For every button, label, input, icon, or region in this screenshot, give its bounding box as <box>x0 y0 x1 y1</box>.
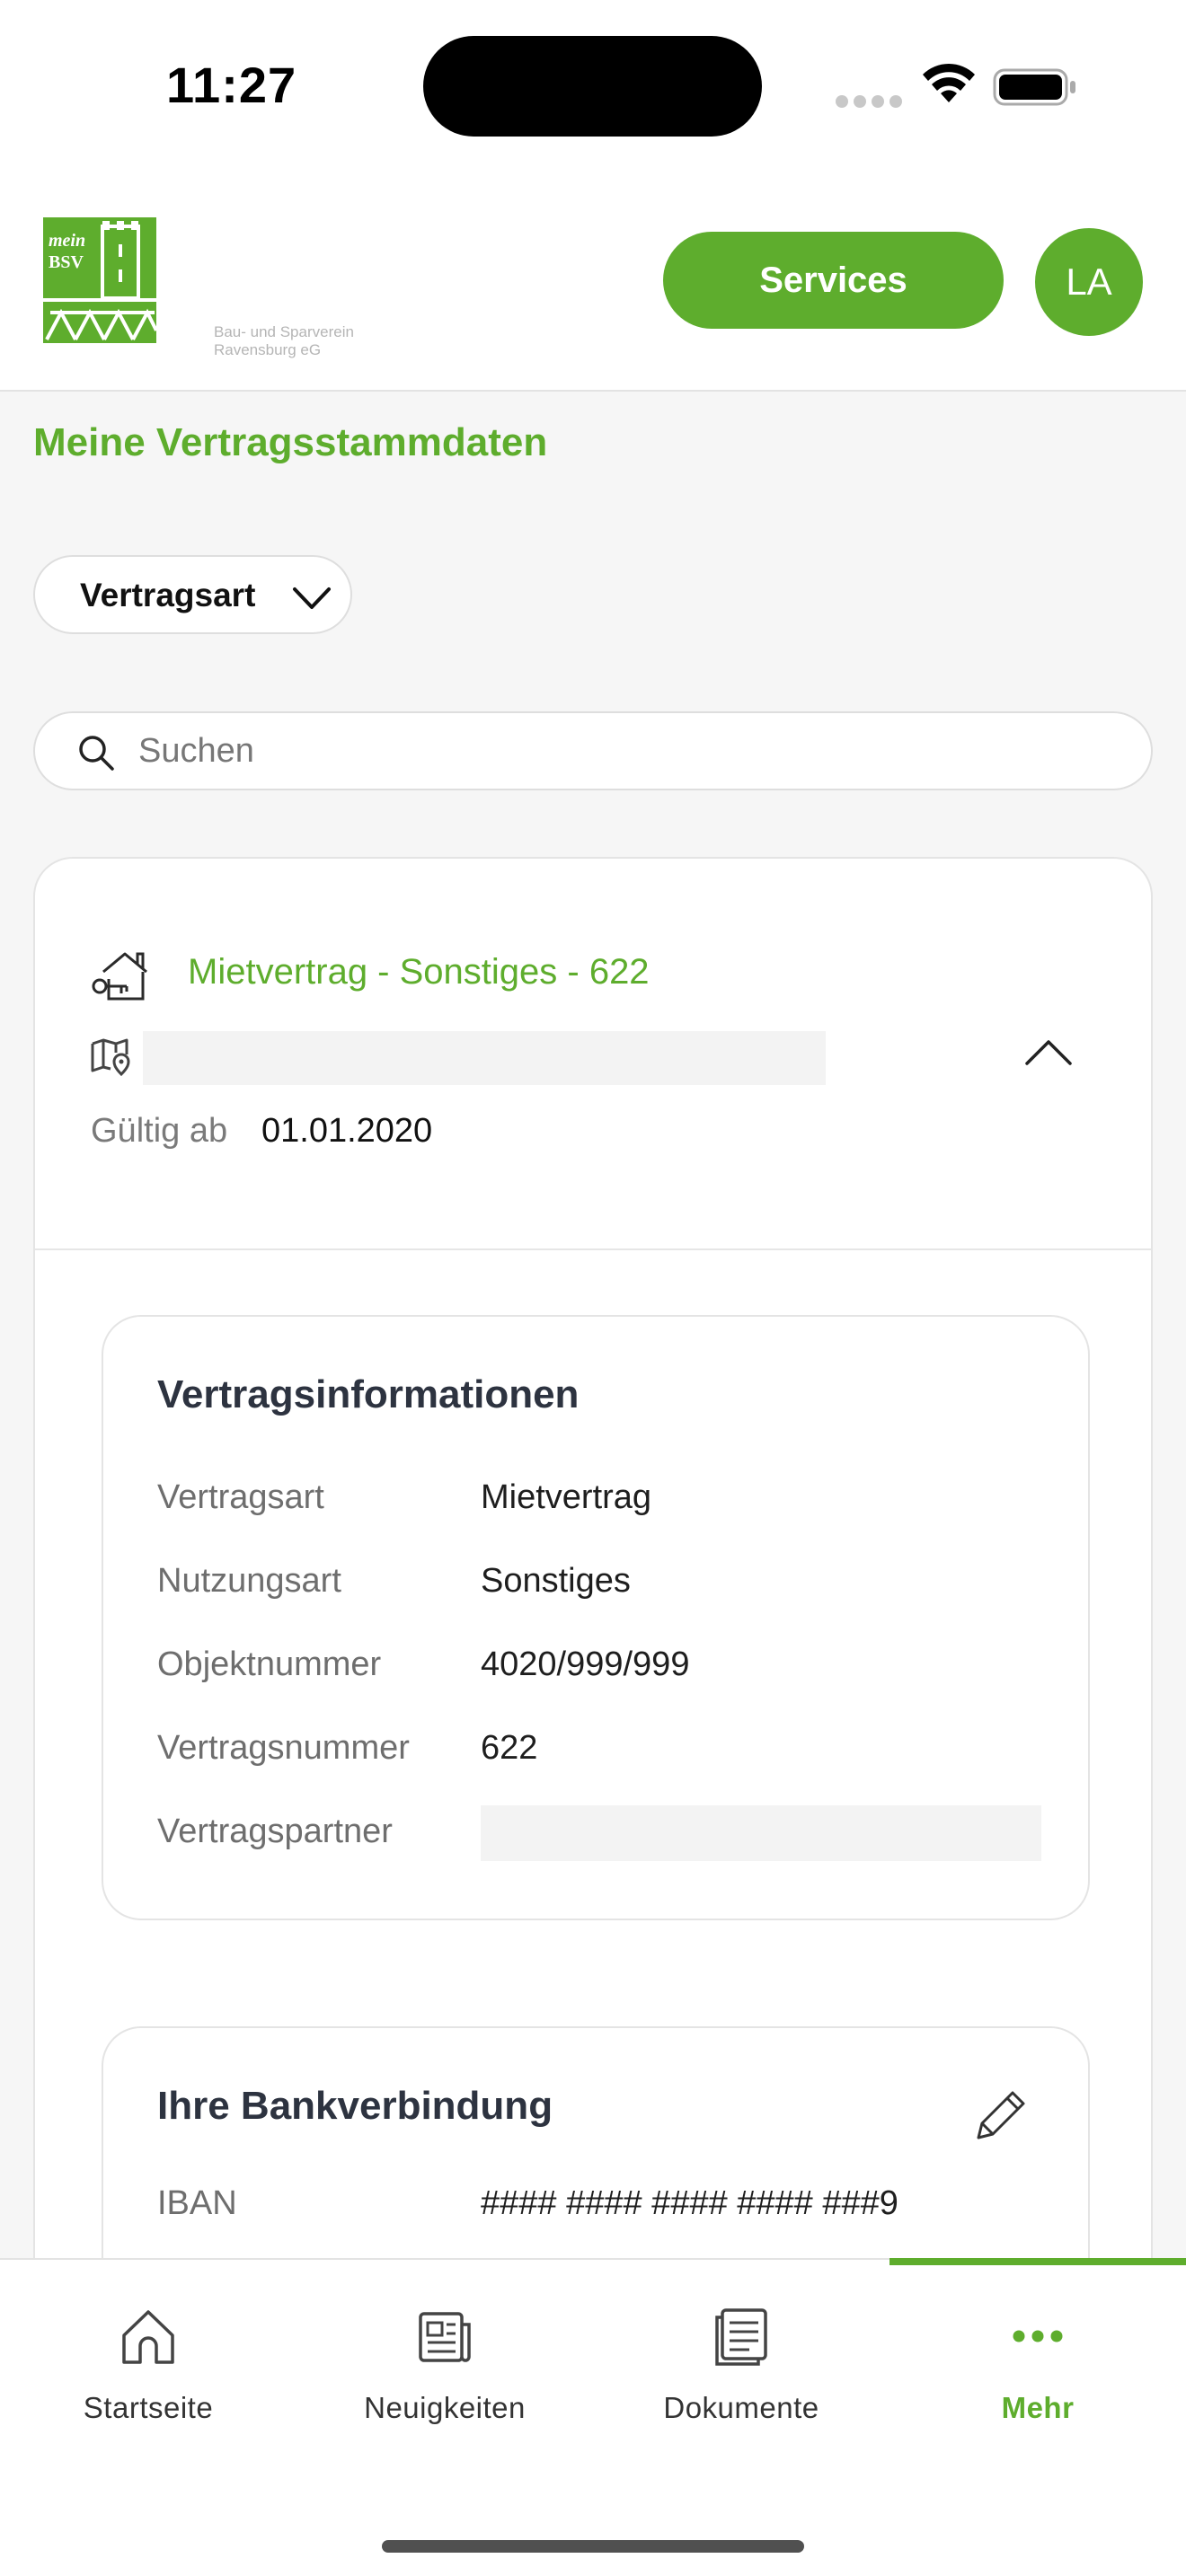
home-indicator[interactable] <box>382 2540 804 2553</box>
chevron-down-icon <box>293 587 331 609</box>
info-row-iban: IBAN #### #### #### #### ###9 <box>157 2184 1056 2229</box>
address-redacted <box>143 1031 826 1085</box>
info-row-contract-number: Vertragsnummer 622 <box>157 1729 1056 1774</box>
active-tab-indicator <box>890 2258 1186 2265</box>
tab-dokumente[interactable]: Dokumente <box>593 2305 890 2457</box>
cellular-signal-icon <box>836 95 903 108</box>
pencil-edit-icon[interactable] <box>973 2086 1031 2143</box>
services-button[interactable]: Services <box>663 232 1004 329</box>
documents-icon <box>715 2308 767 2366</box>
info-row-usage-type: Nutzungsart Sonstiges <box>157 1562 1056 1607</box>
info-row-contract-partner: Vertragspartner <box>157 1805 1056 1861</box>
info-value: 622 <box>481 1729 538 1767</box>
info-value: Mietvertrag <box>481 1478 652 1516</box>
logo-bsv: BSV <box>49 252 84 272</box>
info-label: Vertragsart <box>157 1478 324 1516</box>
search-input[interactable] <box>138 713 1082 789</box>
logo-subtitle-line2: Ravensburg eG <box>214 341 322 358</box>
search-bar <box>33 711 1153 790</box>
battery-icon <box>993 68 1075 106</box>
app-header: mein BSV Bau- und Sparverein Ravensburg … <box>0 171 1186 392</box>
contract-partner-redacted <box>481 1805 1041 1861</box>
logo-mein: mein <box>49 231 85 251</box>
tab-label: Neuigkeiten <box>364 2391 526 2424</box>
info-label: Objektnummer <box>157 1645 382 1683</box>
iban-value: #### #### #### #### ###9 <box>481 2184 898 2222</box>
info-row-object-number: Objektnummer 4020/999/999 <box>157 1645 1056 1690</box>
valid-from-label: Gültig ab <box>91 1112 228 1150</box>
avatar[interactable]: LA <box>1035 228 1143 336</box>
dynamic-island <box>423 36 762 137</box>
info-value: 4020/999/999 <box>481 1645 690 1683</box>
page-title: Meine Vertragsstammdaten <box>33 420 548 464</box>
contract-info-title: Vertragsinformationen <box>157 1372 580 1416</box>
status-bar: 11:27 <box>0 0 1186 171</box>
info-label: Vertragspartner <box>157 1813 393 1850</box>
bank-title: Ihre Bankverbindung <box>157 2084 553 2128</box>
tab-startseite[interactable]: Startseite <box>0 2305 296 2457</box>
contract-card: Mietvertrag - Sonstiges - 622 Gültig ab … <box>33 857 1153 2312</box>
logo-subtitle: Bau- und Sparverein Ravensburg eG <box>214 323 354 359</box>
tab-label: Dokumente <box>663 2391 819 2424</box>
valid-from-value: 01.01.2020 <box>261 1112 433 1150</box>
info-label: Nutzungsart <box>157 1562 341 1600</box>
search-icon <box>79 736 114 771</box>
contract-type-filter[interactable]: Vertragsart <box>33 555 352 634</box>
info-row-contract-type: Vertragsart Mietvertrag <box>157 1478 1056 1523</box>
more-icon <box>1013 2330 1063 2342</box>
news-icon <box>419 2312 471 2362</box>
contract-title[interactable]: Mietvertrag - Sonstiges - 622 <box>188 952 650 992</box>
info-label: Vertragsnummer <box>157 1729 410 1767</box>
iban-label: IBAN <box>157 2184 237 2222</box>
status-time: 11:27 <box>166 57 297 113</box>
bsv-logo[interactable]: mein BSV Bau- und Sparverein Ravensburg … <box>43 217 358 358</box>
tab-label: Mehr <box>1001 2391 1075 2424</box>
map-pin-icon <box>91 1038 130 1076</box>
wifi-icon <box>923 63 975 102</box>
filter-label: Vertragsart <box>80 577 256 613</box>
house-key-icon <box>92 952 147 1001</box>
chevron-up-icon[interactable] <box>1023 1037 1074 1067</box>
contract-info-box: Vertragsinformationen Vertragsart Mietve… <box>102 1315 1090 1920</box>
bsv-logo-mark: mein BSV <box>43 217 158 343</box>
bottom-tab-bar: Startseite Neuigkeiten Dokumente Mehr <box>0 2258 1186 2576</box>
tab-mehr[interactable]: Mehr <box>890 2305 1186 2457</box>
tab-label: Startseite <box>83 2391 214 2424</box>
home-icon <box>122 2310 174 2364</box>
divider <box>35 1248 1151 1250</box>
info-value: Sonstiges <box>481 1562 631 1600</box>
logo-subtitle-line1: Bau- und Sparverein <box>214 323 354 340</box>
tab-neuigkeiten[interactable]: Neuigkeiten <box>296 2305 593 2457</box>
